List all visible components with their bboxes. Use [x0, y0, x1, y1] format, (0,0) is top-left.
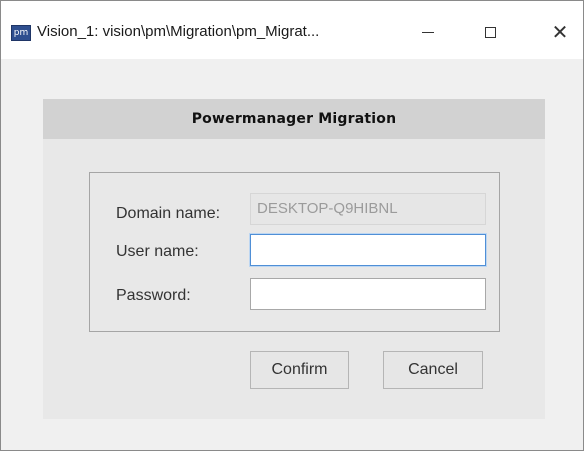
maximize-icon [484, 26, 496, 38]
panel-header: Powermanager Migration [43, 99, 545, 139]
panel-title: Powermanager Migration [191, 111, 397, 127]
domain-name-label: Domain name: [116, 205, 221, 222]
title-bar[interactable]: pm Vision_1: vision\pm\Migration\pm_Migr… [1, 1, 583, 59]
password-label: Password: [116, 287, 191, 304]
minimize-icon [422, 31, 434, 33]
password-input[interactable] [250, 278, 486, 310]
close-icon: ✕ [551, 20, 569, 44]
cancel-button[interactable]: Cancel [383, 351, 483, 389]
window-title: Vision_1: vision\pm\Migration\pm_Migrat.… [37, 23, 320, 40]
confirm-button[interactable]: Confirm [250, 351, 349, 389]
dialog-window: pm Vision_1: vision\pm\Migration\pm_Migr… [0, 0, 584, 451]
maximize-button[interactable] [467, 13, 513, 51]
migration-panel: Powermanager Migration Domain name: DESK… [43, 99, 545, 419]
app-icon: pm [11, 25, 31, 41]
user-name-input[interactable] [250, 234, 486, 266]
user-name-label: User name: [116, 243, 199, 260]
domain-name-field: DESKTOP-Q9HIBNL [250, 193, 486, 225]
minimize-button[interactable] [405, 13, 451, 51]
close-button[interactable]: ✕ [537, 13, 583, 51]
credentials-form: Domain name: DESKTOP-Q9HIBNL User name: … [89, 172, 500, 332]
